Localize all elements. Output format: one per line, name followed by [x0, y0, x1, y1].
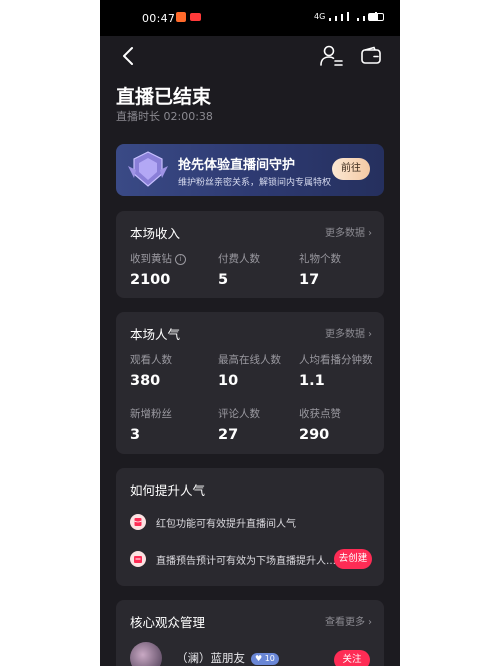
tips-card: 如何提升人气 红包功能可有效提升直播间人气 直播预告预计可有效为下场直播提升人…… [116, 468, 384, 586]
popularity-title: 本场人气 [130, 327, 181, 342]
income-more-link[interactable]: 更多数据 › [325, 224, 372, 239]
stat-label: 礼物个数 [299, 253, 341, 265]
tip-text: 直播预告预计可有效为下场直播提升人… [156, 555, 336, 567]
stat-new-followers: 新增粉丝 3 [130, 406, 172, 443]
stat-received-diamonds: 收到黄钻 i 2100 [130, 251, 186, 288]
level-value: 10 [264, 653, 275, 663]
red-packet-icon [130, 514, 146, 530]
stat-likes: 收获点赞 290 [299, 406, 341, 443]
popularity-card: 本场人气 更多数据 › 观看人数 380 最高在线人数 10 人均看播分钟数 1.… [116, 312, 384, 454]
audience-name: （澜）蓝朋友 ♥ 10 [176, 650, 279, 666]
income-title: 本场收入 [130, 226, 181, 241]
chevron-right-icon: › [368, 617, 372, 628]
audience-row[interactable]: （澜）蓝朋友 ♥ 10 [130, 642, 279, 666]
stat-label: 最高在线人数 [218, 354, 281, 366]
stat-peak-online: 最高在线人数 10 [218, 352, 281, 389]
page-title: 直播已结束 [116, 86, 212, 108]
more-data-label: 更多数据 [325, 329, 365, 340]
popularity-more-link[interactable]: 更多数据 › [325, 325, 372, 340]
app-notification-icon [190, 13, 201, 21]
chevron-right-icon: › [368, 329, 372, 340]
stat-commenters: 评论人数 27 [218, 406, 260, 443]
audience-card: 核心观众管理 查看更多 › （澜）蓝朋友 ♥ 10 关注 [116, 600, 384, 666]
stat-gift-count: 礼物个数 17 [299, 251, 341, 288]
live-duration: 直播时长 02:00:38 [116, 110, 213, 123]
audience-title: 核心观众管理 [130, 615, 206, 630]
wallet-icon[interactable] [360, 46, 382, 66]
banner-subtitle: 维护粉丝亲密关系，解锁间内专属特权 [178, 178, 332, 188]
info-icon[interactable]: i [175, 253, 186, 265]
calendar-icon [130, 551, 146, 567]
tip-item-live-preview[interactable]: 直播预告预计可有效为下场直播提升人… [130, 551, 336, 567]
tips-title: 如何提升人气 [130, 483, 206, 498]
stat-label: 观看人数 [130, 354, 172, 366]
status-time: 00:47 [142, 12, 176, 25]
avatar[interactable] [130, 642, 162, 666]
tip-item-red-packet[interactable]: 红包功能可有效提升直播间人气 [130, 514, 296, 530]
stat-value: 380 [130, 373, 161, 389]
stat-value: 17 [299, 272, 320, 288]
user-manage-icon[interactable] [319, 44, 343, 68]
guard-promo-banner[interactable]: 抢先体验直播间守护 维护粉丝亲密关系，解锁间内专属特权 前往 [116, 144, 384, 196]
stat-value: 2100 [130, 272, 171, 288]
stat-label: 收获点赞 [299, 408, 341, 420]
stat-value: 290 [299, 427, 330, 443]
phone-screen: 00:47 4G 直播已结束 直播时长 02:00:38 抢先体验直播间守护 维… [100, 0, 400, 666]
status-bar: 00:47 4G [100, 0, 400, 36]
create-preview-button[interactable]: 去创建 [334, 549, 372, 569]
income-card: 本场收入 更多数据 › 收到黄钻 i 2100 付费人数 5 礼物个数 17 [116, 211, 384, 298]
stat-value: 3 [130, 427, 141, 443]
stat-value: 5 [218, 272, 229, 288]
stat-label: 付费人数 [218, 253, 260, 265]
view-more-label: 查看更多 [325, 617, 365, 628]
stat-value: 1.1 [299, 373, 325, 389]
nav-bar [100, 36, 400, 76]
network-type: 4G [314, 12, 326, 21]
follow-button[interactable]: 关注 [334, 650, 370, 666]
guard-badge-icon [128, 151, 168, 187]
stat-label: 人均看播分钟数 [299, 354, 373, 366]
back-icon[interactable] [118, 44, 140, 68]
tip-text: 红包功能可有效提升直播间人气 [156, 518, 296, 530]
stat-value: 10 [218, 373, 239, 389]
go-button[interactable]: 前往 [332, 158, 370, 180]
stat-avg-watch-minutes: 人均看播分钟数 1.1 [299, 352, 373, 389]
user-name: （澜）蓝朋友 [176, 651, 245, 665]
stat-label: 评论人数 [218, 408, 260, 420]
more-data-label: 更多数据 [325, 228, 365, 239]
stat-value: 27 [218, 427, 239, 443]
stat-paying-users: 付费人数 5 [218, 251, 260, 288]
banner-title: 抢先体验直播间守护 [178, 158, 296, 173]
stat-label: 新增粉丝 [130, 408, 172, 420]
battery-icon [368, 13, 384, 21]
level-badge: ♥ 10 [251, 652, 279, 665]
stat-viewers: 观看人数 380 [130, 352, 172, 389]
chevron-right-icon: › [368, 228, 372, 239]
stat-label: 收到黄钻 [130, 253, 172, 265]
audience-more-link[interactable]: 查看更多 › [325, 613, 372, 628]
app-notification-icon [176, 12, 186, 22]
